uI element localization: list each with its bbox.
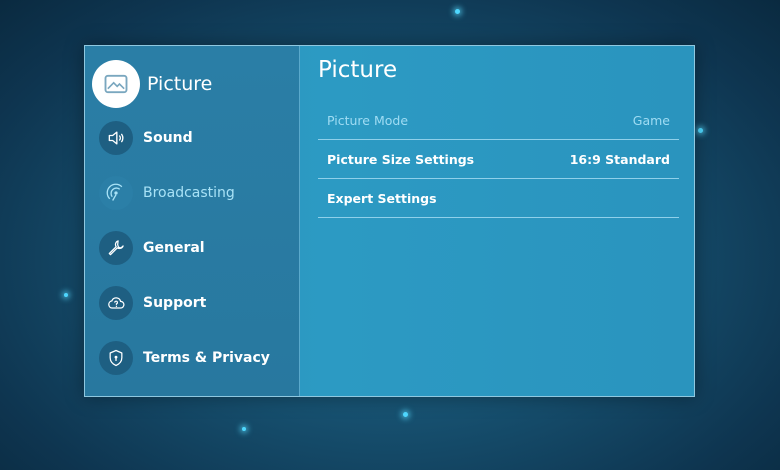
sidebar-item-label: General: [143, 240, 205, 256]
sidebar-item-picture[interactable]: Picture: [85, 60, 299, 108]
support-cloud-icon: [99, 286, 133, 320]
setting-label: Picture Mode: [327, 113, 409, 128]
settings-panel: Picture Sound Broadcasting General Suppo…: [84, 45, 695, 397]
page-title: Picture: [318, 57, 398, 83]
sidebar-item-label: Terms & Privacy: [143, 350, 270, 366]
sidebar-item-label: Support: [143, 295, 207, 311]
background-sparkle: [64, 293, 68, 297]
background-sparkle: [242, 427, 246, 431]
sidebar-item-sound[interactable]: Sound: [85, 116, 299, 160]
sidebar-item-label: Broadcasting: [143, 185, 235, 201]
speaker-icon: [99, 121, 133, 155]
wrench-icon: [99, 231, 133, 265]
shield-icon: [99, 341, 133, 375]
broadcast-icon: [99, 176, 133, 210]
background-sparkle: [455, 9, 460, 14]
background-sparkle: [403, 412, 408, 417]
sidebar-item-broadcasting[interactable]: Broadcasting: [85, 171, 299, 215]
background-sparkle: [698, 128, 703, 133]
setting-picture-size[interactable]: Picture Size Settings 16:9 Standard: [318, 141, 679, 179]
sidebar-item-support[interactable]: Support: [85, 281, 299, 325]
sidebar-item-general[interactable]: General: [85, 226, 299, 270]
picture-icon: [92, 60, 140, 108]
setting-value: 16:9 Standard: [569, 152, 670, 167]
setting-expert-settings[interactable]: Expert Settings: [318, 180, 679, 218]
sidebar-item-label: Picture: [147, 73, 213, 95]
sidebar-item-label: Sound: [143, 130, 193, 146]
settings-sidebar: Picture Sound Broadcasting General Suppo…: [85, 46, 300, 396]
setting-label: Picture Size Settings: [327, 152, 475, 167]
setting-value: Game: [632, 113, 670, 128]
sidebar-item-terms-privacy[interactable]: Terms & Privacy: [85, 336, 299, 380]
setting-label: Expert Settings: [327, 191, 437, 206]
setting-picture-mode[interactable]: Picture Mode Game: [318, 102, 679, 140]
